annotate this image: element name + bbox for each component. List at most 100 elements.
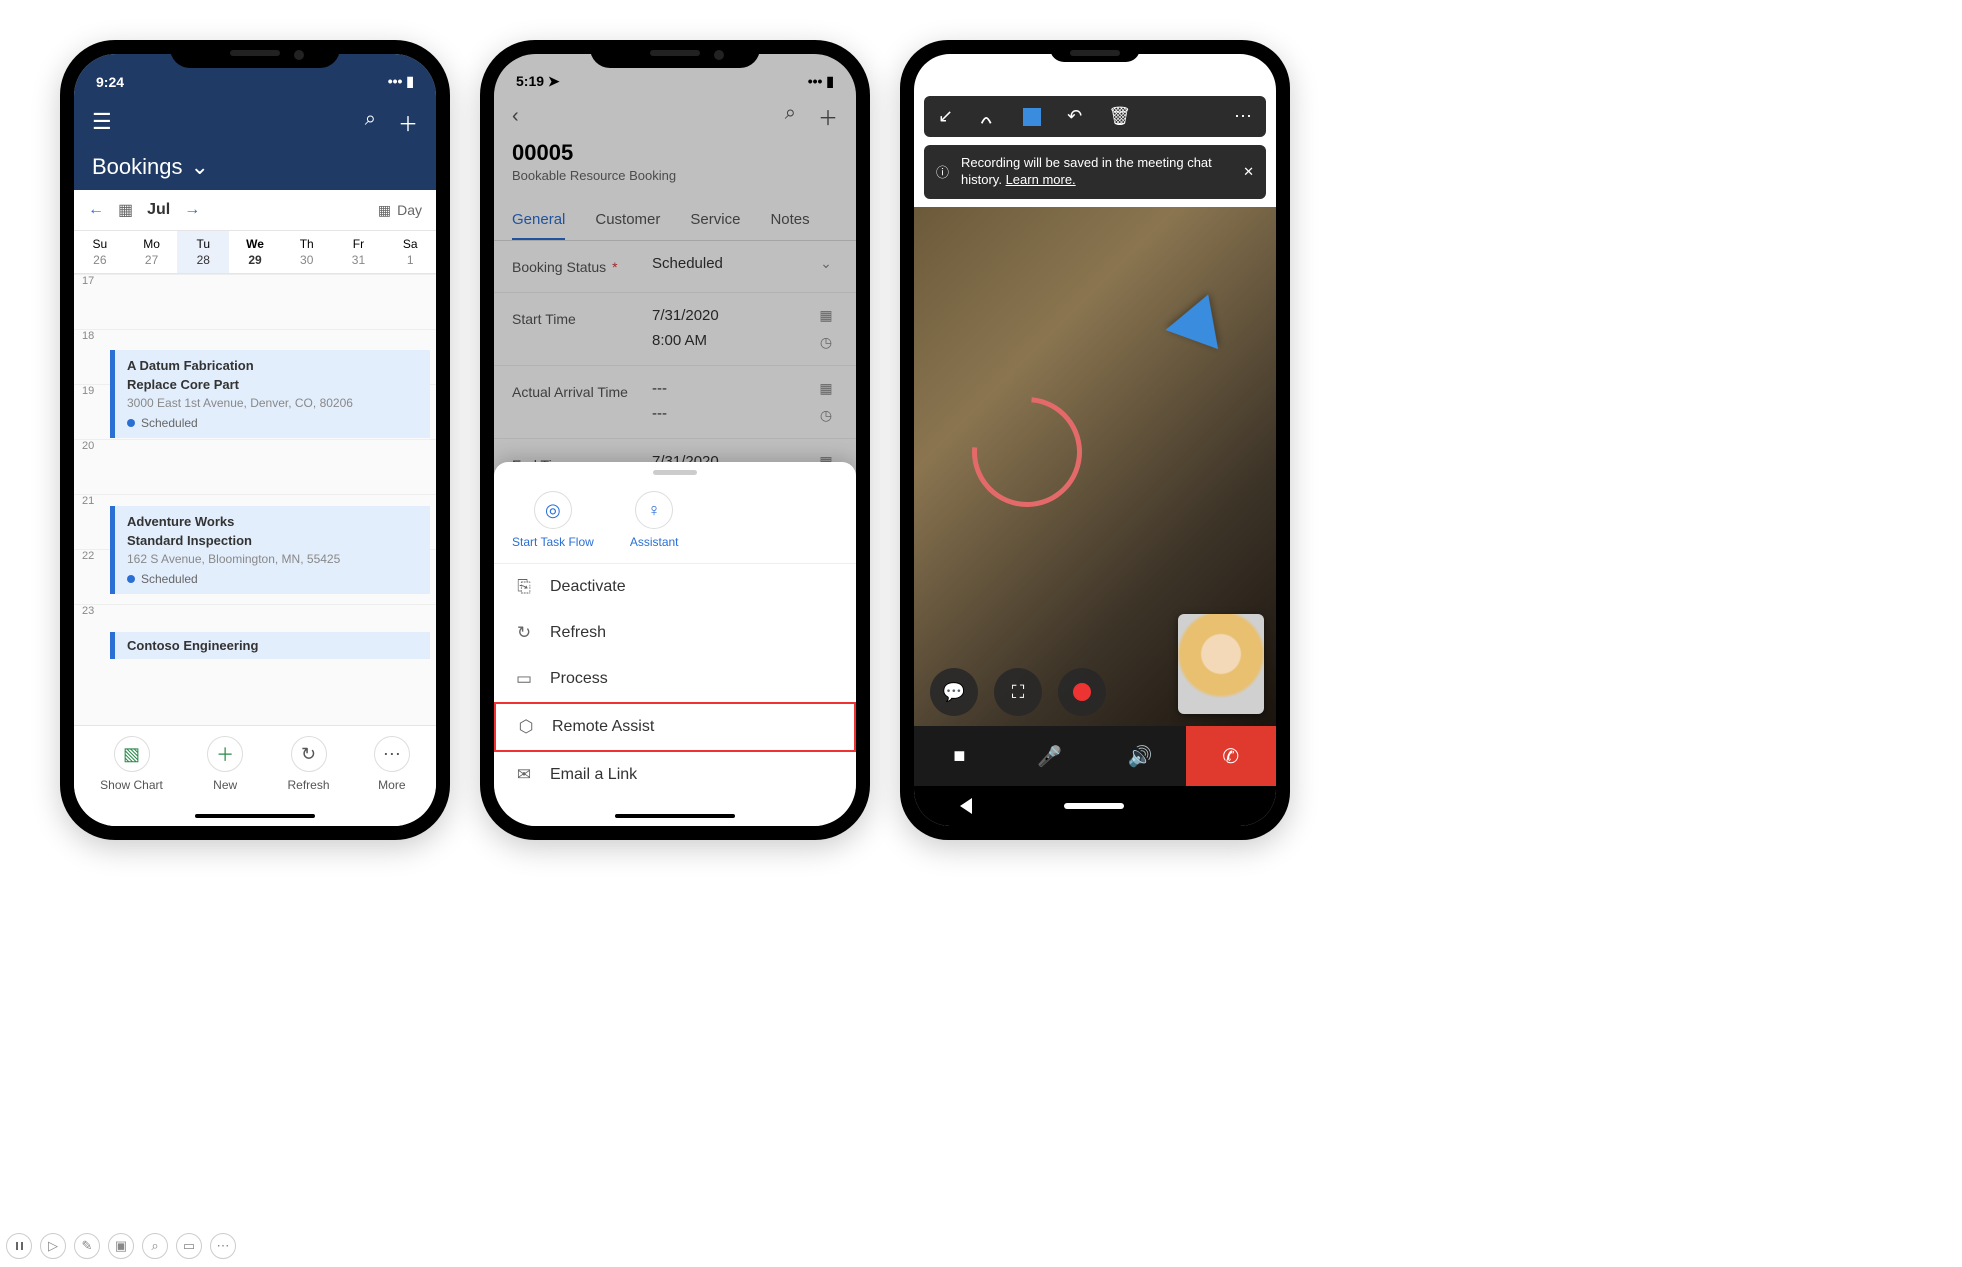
plus-icon: ＋ — [207, 736, 243, 772]
process-icon: ▭ — [514, 669, 534, 689]
color-swatch[interactable] — [1023, 108, 1041, 126]
signal-icon: ▲ — [1197, 72, 1210, 87]
phone-bookings: 9:24 ••• ▮ ☰ ⌕ ＋ Bookings ⌄ ← — [60, 40, 450, 840]
hour-label: 18 — [74, 329, 436, 342]
more-button[interactable]: ⋯ More — [374, 736, 410, 792]
android-nav-bar — [914, 786, 1276, 826]
capture-button[interactable]: ⛶ — [994, 668, 1042, 716]
event-task: Standard Inspection — [127, 533, 418, 548]
day-th[interactable]: Th30 — [281, 231, 333, 273]
search-icon[interactable]: ⌕ — [365, 108, 376, 137]
assistant-button[interactable]: ♀ Assistant — [630, 491, 679, 549]
refresh-icon: ↻ — [291, 736, 327, 772]
more-icon[interactable]: ⋯ — [1234, 106, 1252, 127]
info-icon: ⓘ — [936, 162, 949, 181]
month-label[interactable]: Jul — [147, 201, 170, 219]
menu-refresh[interactable]: ↻ Refresh — [494, 610, 856, 656]
camera-toggle-button[interactable]: ■ — [914, 726, 1005, 786]
title-text: Bookings — [92, 154, 183, 180]
lightbulb-icon: ♀ — [635, 491, 673, 529]
mic-toggle-button[interactable]: 🎤 — [1005, 726, 1096, 786]
studio-pause-icon[interactable] — [6, 1233, 32, 1259]
phone-booking-detail: 5:19 ➤ ••• ▮ ‹ ⌕ ＋ 00005 Bookable Resour… — [480, 40, 870, 840]
add-icon[interactable]: ＋ — [398, 108, 418, 137]
video-feed[interactable]: 💬 ⛶ — [914, 207, 1276, 726]
learn-more-link[interactable]: Learn more. — [1006, 172, 1076, 187]
hour-label: 20 — [74, 439, 436, 452]
event-address: 3000 East 1st Avenue, Denver, CO, 80206 — [127, 396, 418, 410]
ink-icon[interactable] — [979, 108, 997, 126]
chevron-down-icon: ⌄ — [191, 154, 209, 180]
trash-icon[interactable]: 🗑 — [1108, 106, 1131, 127]
studio-play-icon[interactable]: ▷ — [40, 1233, 66, 1259]
next-arrow-icon[interactable]: → — [184, 201, 200, 219]
status-dot-icon — [127, 419, 135, 427]
email-icon: ✉ — [514, 765, 534, 785]
remote-assist-icon: ⬡ — [516, 717, 536, 737]
refresh-icon: ↻ — [514, 623, 534, 643]
event-task: Replace Core Part — [127, 377, 418, 392]
studio-more-icon[interactable]: ⋯ — [210, 1233, 236, 1259]
battery-icon: ▮ — [1216, 71, 1223, 87]
task-flow-icon: ◎ — [534, 491, 572, 529]
menu-icon[interactable]: ☰ — [92, 109, 112, 135]
event-company: A Datum Fabrication — [127, 358, 418, 373]
phone-remote-assist-call: ▲ ▮ 12:30 ↙ ↶ 🗑 ⋯ ⓘ Recording will be sa… — [900, 40, 1290, 840]
hour-label: 17 — [74, 274, 436, 287]
weekday-header: Su26 Mo27 Tu28 We29 Th30 Fr31 Sa1 — [74, 231, 436, 274]
hour-label: 23 — [74, 604, 436, 617]
record-button[interactable] — [1058, 668, 1106, 716]
view-switcher[interactable]: ▦ Day — [378, 202, 422, 219]
more-icon: ⋯ — [374, 736, 410, 772]
calendar-icon: ▦ — [378, 202, 391, 219]
chat-button[interactable]: 💬 — [930, 668, 978, 716]
studio-layers-icon[interactable]: ▣ — [108, 1233, 134, 1259]
event-company: Contoso Engineering — [127, 638, 258, 653]
status-bar: ▲ ▮ 12:30 — [1183, 64, 1276, 94]
annotation-arrow — [1165, 285, 1234, 349]
home-indicator[interactable] — [615, 814, 735, 818]
studio-pen-icon[interactable]: ✎ — [74, 1233, 100, 1259]
day-fr[interactable]: Fr31 — [333, 231, 385, 273]
event-company: Adventure Works — [127, 514, 418, 529]
booking-card-contoso[interactable]: Contoso Engineering — [110, 632, 430, 659]
event-address: 162 S Avenue, Bloomington, MN, 55425 — [127, 552, 418, 566]
studio-zoom-icon[interactable]: ⌕ — [142, 1233, 168, 1259]
day-timeline[interactable]: 17 18 19 20 21 22 23 A Datum Fabrication… — [74, 274, 436, 725]
undo-icon[interactable]: ↶ — [1067, 106, 1082, 127]
menu-process[interactable]: ▭ Process — [494, 656, 856, 702]
event-status: Scheduled — [141, 416, 198, 430]
prev-arrow-icon[interactable]: ← — [88, 201, 104, 219]
self-view[interactable] — [1178, 614, 1264, 714]
sheet-grab-handle[interactable] — [653, 470, 697, 475]
start-task-flow-button[interactable]: ◎ Start Task Flow — [512, 491, 594, 549]
booking-card-adventure[interactable]: Adventure Works Standard Inspection 162 … — [110, 506, 430, 594]
show-chart-button[interactable]: ▧ Show Chart — [100, 736, 163, 792]
hangup-button[interactable]: ✆ — [1186, 726, 1277, 786]
bottom-action-bar: ▧ Show Chart ＋ New ↻ Refresh ⋯ More — [74, 725, 436, 826]
menu-email-link[interactable]: ✉ Email a Link — [494, 752, 856, 798]
calendar-icon[interactable]: ▦ — [118, 200, 133, 220]
menu-deactivate[interactable]: ⎘ Deactivate — [494, 564, 856, 610]
home-button[interactable] — [1064, 803, 1124, 809]
page-title[interactable]: Bookings ⌄ — [92, 154, 418, 180]
status-time: 9:24 — [96, 74, 124, 90]
studio-frame-icon[interactable]: ▭ — [176, 1233, 202, 1259]
studio-toolbar: ▷ ✎ ▣ ⌕ ▭ ⋯ — [0, 1225, 242, 1267]
annotation-toolbar: ↙ ↶ 🗑 ⋯ — [924, 96, 1266, 137]
speaker-button[interactable]: 🔊 — [1095, 726, 1186, 786]
collapse-icon[interactable]: ↙ — [938, 106, 953, 127]
booking-card-adatum[interactable]: A Datum Fabrication Replace Core Part 30… — [110, 350, 430, 438]
day-selected-tu[interactable]: Tu28 — [177, 231, 229, 273]
home-indicator[interactable] — [195, 814, 315, 818]
status-dot-icon — [127, 575, 135, 583]
close-icon[interactable]: ✕ — [1243, 164, 1254, 180]
back-button[interactable] — [960, 798, 972, 814]
refresh-button[interactable]: ↻ Refresh — [287, 736, 329, 792]
menu-remote-assist[interactable]: ⬡ Remote Assist — [494, 702, 856, 752]
status-indicators: ••• ▮ — [388, 73, 414, 90]
day-sa[interactable]: Sa1 — [384, 231, 436, 273]
new-button[interactable]: ＋ New — [207, 736, 243, 792]
day-we[interactable]: We29 — [229, 231, 281, 273]
view-label: Day — [397, 202, 422, 218]
